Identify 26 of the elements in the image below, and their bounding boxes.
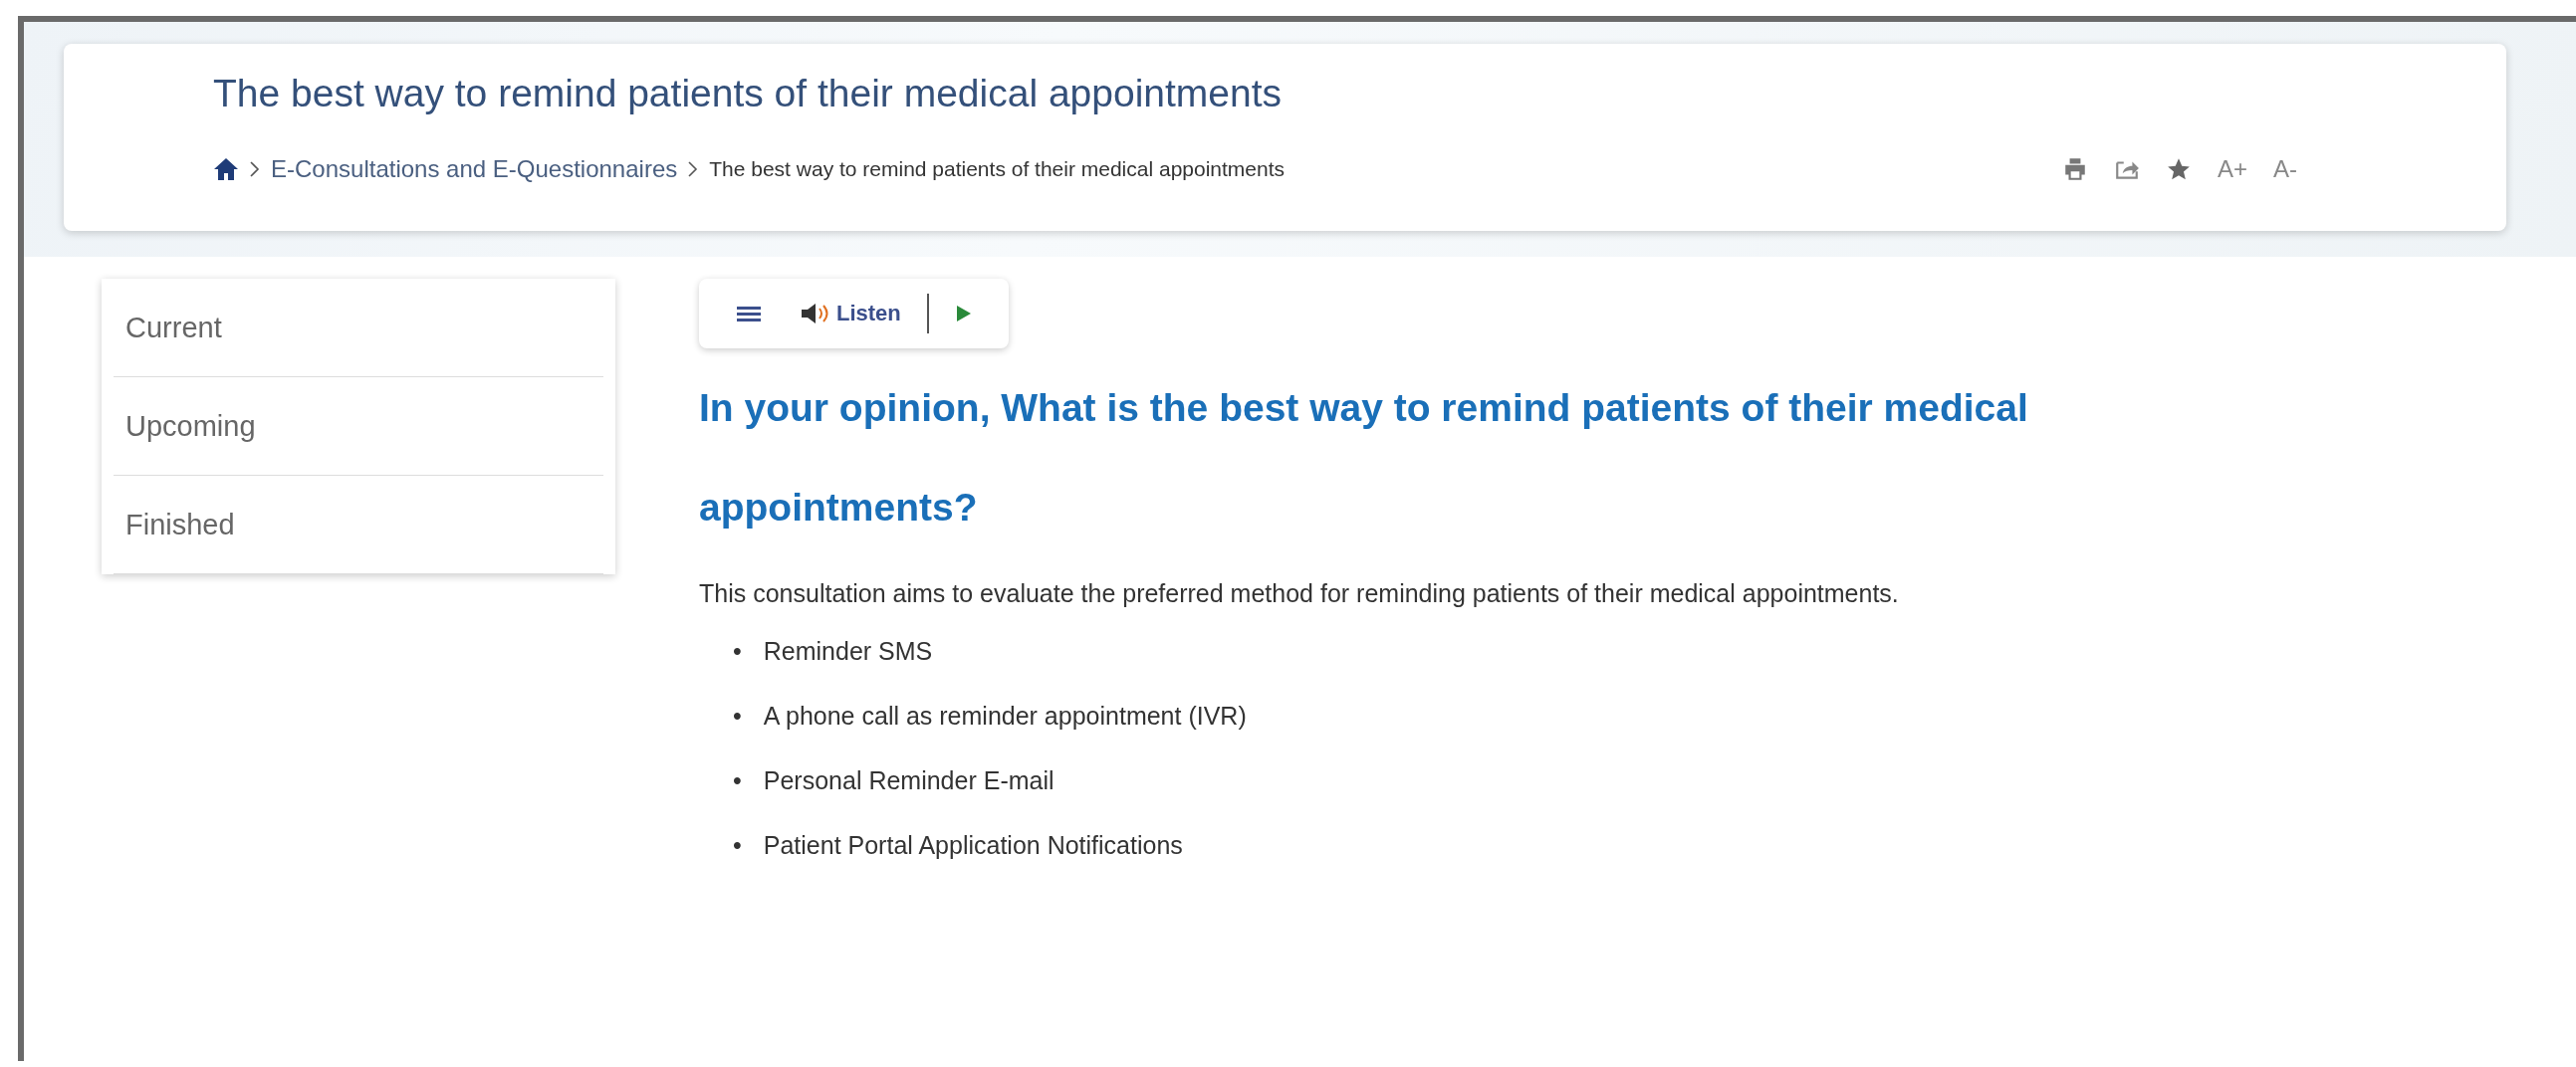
play-icon[interactable] [954, 304, 973, 323]
bullet: • [733, 829, 742, 861]
star-icon[interactable] [2165, 156, 2192, 182]
intro-text: This consultation aims to evaluate the preferred method for reminding patients of their medical appointments. [699, 579, 1900, 608]
speaker-icon [801, 303, 830, 324]
chevron-icon [687, 159, 700, 179]
sidebar-item[interactable]: Finished [114, 476, 603, 574]
bullet: • [733, 764, 742, 796]
option-item: Personal Reminder E-mail [763, 764, 1054, 796]
listen-button[interactable]: Listen [801, 301, 901, 326]
sidebar-item[interactable]: Upcoming [114, 377, 603, 476]
option-item: A phone call as reminder appointment (IVR) [763, 700, 1247, 732]
home-icon[interactable] [213, 157, 239, 181]
bullet: • [733, 700, 742, 732]
page-title: The best way to remind patients of their medical appointments [213, 72, 1284, 115]
breadcrumb-link[interactable]: E-Consultations and E-Questionnaires [271, 155, 678, 183]
bullet: • [733, 635, 742, 667]
menu-icon[interactable] [737, 305, 761, 322]
chevron-icon [249, 159, 261, 179]
option-item: Reminder SMS [763, 635, 933, 667]
question-heading: In your opinion, What is the best way to remind patients of their medical appointments? [699, 385, 2029, 531]
option-item: Patient Portal Application Notifications [763, 829, 1183, 861]
font-size-button[interactable]: A- [2273, 155, 2297, 183]
sidebar-item[interactable]: Current [114, 279, 603, 377]
font-size-button[interactable]: A+ [2217, 155, 2247, 183]
breadcrumb-current: The best way to remind patients of their medical appointments [709, 157, 1286, 181]
